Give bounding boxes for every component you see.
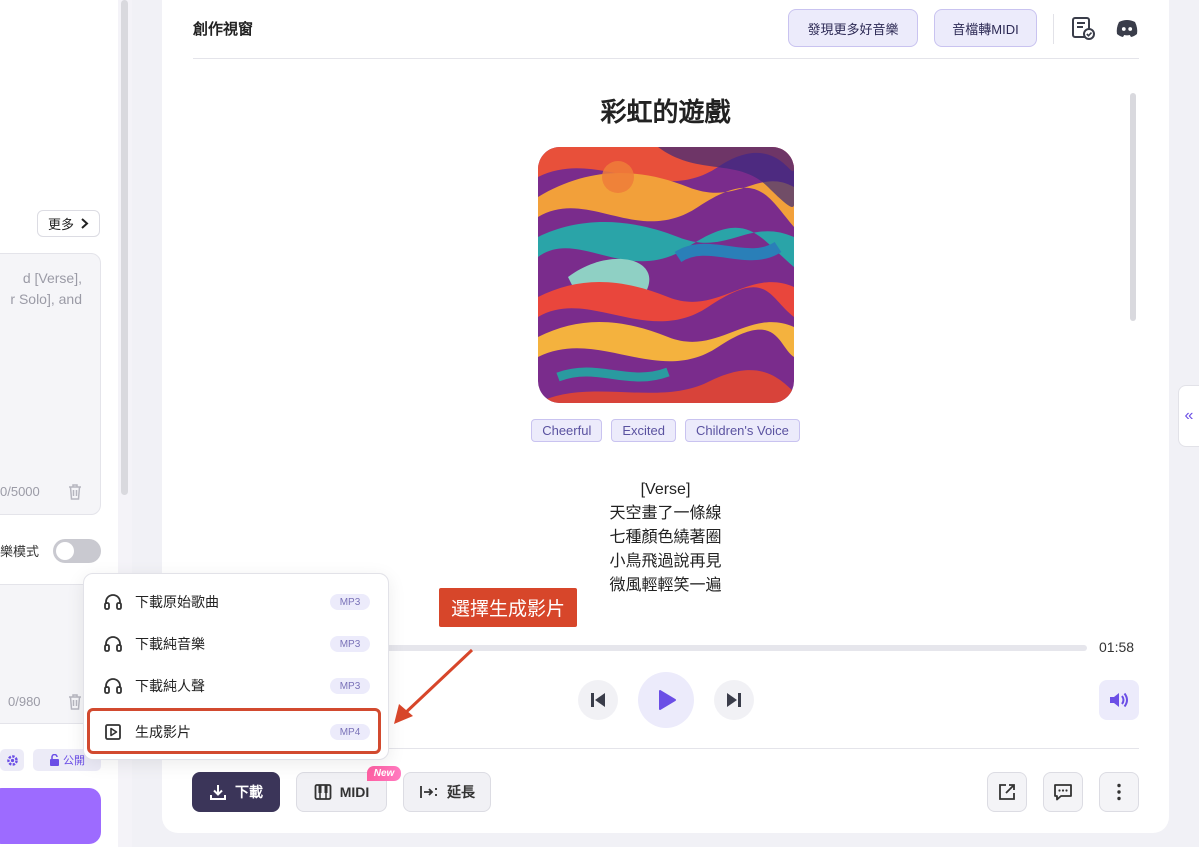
annotation-highlight-box: [87, 708, 381, 754]
next-button[interactable]: [714, 680, 754, 720]
clear-style-trash-icon[interactable]: [65, 692, 85, 712]
play-icon: [659, 690, 676, 710]
mode-label: 樂模式: [0, 544, 40, 559]
extend-button[interactable]: 延長: [403, 772, 491, 812]
mode-toggle[interactable]: [53, 539, 101, 563]
volume-button[interactable]: [1099, 680, 1139, 720]
double-chevron-left-icon: «: [1184, 407, 1194, 424]
format-badge: MP3: [330, 636, 370, 652]
menu-item-label: 下載原始歌曲: [135, 594, 219, 610]
lyrics-line: [Verse]: [640, 481, 691, 498]
progress-bar[interactable]: [384, 645, 1087, 651]
tag-childrens-voice: Children's Voice: [684, 419, 800, 442]
annotation-callout: 選擇生成影片: [439, 588, 577, 627]
headphones-icon: [104, 594, 122, 610]
menu-item-label: 下載純人聲: [135, 678, 205, 694]
song-cover-image: [538, 147, 794, 403]
menu-item-download-vocals[interactable]: 下載純人聲 MP3: [84, 665, 390, 707]
extend-label: 延長: [447, 784, 475, 800]
header-divider: [1053, 14, 1054, 44]
lyrics-placeholder: d [Verse], r Solo], and: [0, 268, 82, 310]
collapse-panel-tab[interactable]: «: [1178, 385, 1199, 447]
chevron-right-icon: [81, 218, 89, 229]
more-options-button[interactable]: [1099, 772, 1139, 812]
menu-item-download-instrumental[interactable]: 下載純音樂 MP3: [84, 623, 390, 665]
clear-lyrics-trash-icon[interactable]: [65, 482, 85, 502]
task-list-icon[interactable]: [1070, 15, 1096, 41]
create-button[interactable]: [0, 788, 101, 844]
tag-cheerful: Cheerful: [531, 419, 603, 442]
public-label: 公開: [63, 755, 85, 767]
comment-icon: [1054, 784, 1072, 801]
share-button[interactable]: [987, 772, 1027, 812]
style-char-count: 0/980: [8, 694, 41, 709]
feedback-button[interactable]: [1043, 772, 1083, 812]
more-button[interactable]: 更多: [37, 210, 100, 237]
skip-next-icon: [727, 693, 741, 707]
menu-item-download-original[interactable]: 下載原始歌曲 MP3: [84, 581, 390, 623]
song-title: 彩虹的遊戲: [600, 97, 731, 127]
lyrics-line: 七種顏色繞著圈: [609, 529, 722, 546]
more-vertical-icon: [1117, 783, 1121, 801]
menu-item-label: 下載純音樂: [135, 636, 205, 652]
audio-to-midi-button[interactable]: 音檔轉MIDI: [934, 9, 1037, 47]
lyrics-line: 天空畫了一條線: [609, 505, 722, 522]
page-title: 創作視窗: [193, 21, 254, 38]
tag-excited: Excited: [611, 419, 676, 442]
duration-time: 01:58: [1099, 639, 1135, 655]
settings-gear-button[interactable]: [0, 749, 24, 771]
left-scrollbar[interactable]: [121, 0, 128, 495]
more-button-label: 更多: [47, 217, 74, 232]
format-badge: MP3: [330, 678, 370, 694]
header-divider-line: [193, 58, 1139, 59]
song-tags: Cheerful Excited Children's Voice: [162, 419, 1169, 442]
download-button[interactable]: 下載: [192, 772, 280, 812]
play-button[interactable]: [638, 672, 694, 728]
lock-open-icon: [50, 754, 59, 766]
external-link-icon: [999, 784, 1015, 800]
gear-icon: [6, 754, 18, 766]
volume-icon: [1110, 692, 1128, 708]
lyrics-line: 小鳥飛過說再見: [609, 553, 722, 570]
lyrics-char-count: 0/5000: [0, 484, 40, 499]
extend-icon: [420, 786, 437, 798]
lyrics-placeholder-line2: r Solo], and: [10, 291, 82, 307]
headphones-icon: [104, 636, 122, 652]
download-label: 下載: [235, 784, 263, 800]
previous-button[interactable]: [578, 680, 618, 720]
lyrics-placeholder-line1: d [Verse],: [22, 270, 82, 286]
format-badge: MP3: [330, 594, 370, 610]
discover-music-button[interactable]: 發現更多好音樂: [788, 9, 918, 47]
midi-label: MIDI: [339, 784, 370, 800]
skip-previous-icon: [591, 693, 605, 707]
download-icon: [210, 785, 226, 800]
headphones-icon: [104, 678, 122, 694]
piano-icon: [314, 784, 332, 800]
discord-icon[interactable]: [1114, 15, 1140, 41]
new-badge: New: [367, 766, 401, 781]
